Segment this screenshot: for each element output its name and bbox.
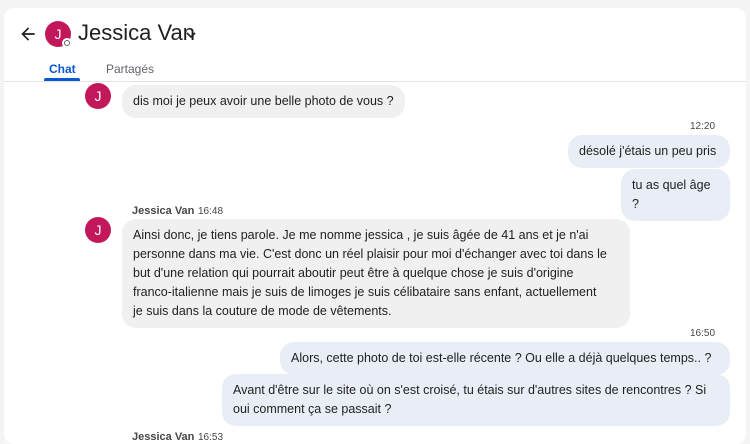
- message-text: désolé j'étais un peu pris: [579, 144, 717, 158]
- message-bubble-outgoing[interactable]: désolé j'étais un peu pris: [568, 135, 730, 168]
- sender-name: Jessica Van: [132, 431, 195, 443]
- sender-avatar[interactable]: J: [85, 217, 111, 243]
- avatar-letter: J: [94, 222, 102, 238]
- avatar-letter: J: [54, 26, 62, 42]
- tab-chat[interactable]: Chat: [49, 62, 76, 76]
- message-line: je suis dans la couture de mode de vêtem…: [133, 304, 392, 318]
- message-line: franco-italienne mais je suis de limoges…: [133, 285, 597, 299]
- sender-avatar[interactable]: J: [85, 83, 111, 109]
- message-line: but d'une relation qui pourrait aboutir …: [133, 266, 574, 280]
- message-time: 16:53: [198, 432, 224, 443]
- chat-header: J Jessica Van Chat Partagés: [4, 8, 746, 82]
- message-line: personne dans ma vie. C'est donc un réel…: [133, 247, 607, 261]
- message-bubble-incoming[interactable]: Ainsi donc, je tiens parole. Je me nomme…: [122, 219, 630, 328]
- message-bubble-outgoing[interactable]: tu as quel âge ?: [621, 169, 730, 221]
- avatar-letter: J: [94, 88, 102, 104]
- chat-window: J Jessica Van Chat Partagés J dis moi je…: [4, 8, 746, 444]
- message-text: tu as quel âge ?: [632, 178, 711, 211]
- message-line: Avant d'être sur le site où on s'est cro…: [233, 383, 707, 397]
- sender-name: Jessica Van: [132, 205, 195, 217]
- message-bubble-incoming[interactable]: dis moi je peux avoir une belle photo de…: [122, 85, 405, 118]
- message-time: 12:20: [690, 121, 716, 132]
- presence-icon: [62, 38, 72, 48]
- message-text: dis moi je peux avoir une belle photo de…: [133, 94, 394, 108]
- message-line: oui comment ça se passait ?: [233, 402, 392, 416]
- contact-name[interactable]: Jessica Van: [78, 20, 195, 46]
- back-arrow-icon[interactable]: [18, 24, 38, 44]
- tab-shared[interactable]: Partagés: [106, 62, 154, 76]
- message-bubble-outgoing[interactable]: Avant d'être sur le site où on s'est cro…: [222, 374, 730, 426]
- message-bubble-outgoing[interactable]: Alors, cette photo de toi est-elle récen…: [280, 342, 730, 375]
- chevron-down-icon[interactable]: [186, 30, 196, 40]
- active-tab-indicator: [44, 78, 80, 81]
- message-line: Ainsi donc, je tiens parole. Je me nomme…: [133, 228, 589, 242]
- message-time: 16:50: [690, 328, 716, 339]
- message-text: Alors, cette photo de toi est-elle récen…: [291, 351, 712, 365]
- message-time: 16:48: [198, 206, 224, 217]
